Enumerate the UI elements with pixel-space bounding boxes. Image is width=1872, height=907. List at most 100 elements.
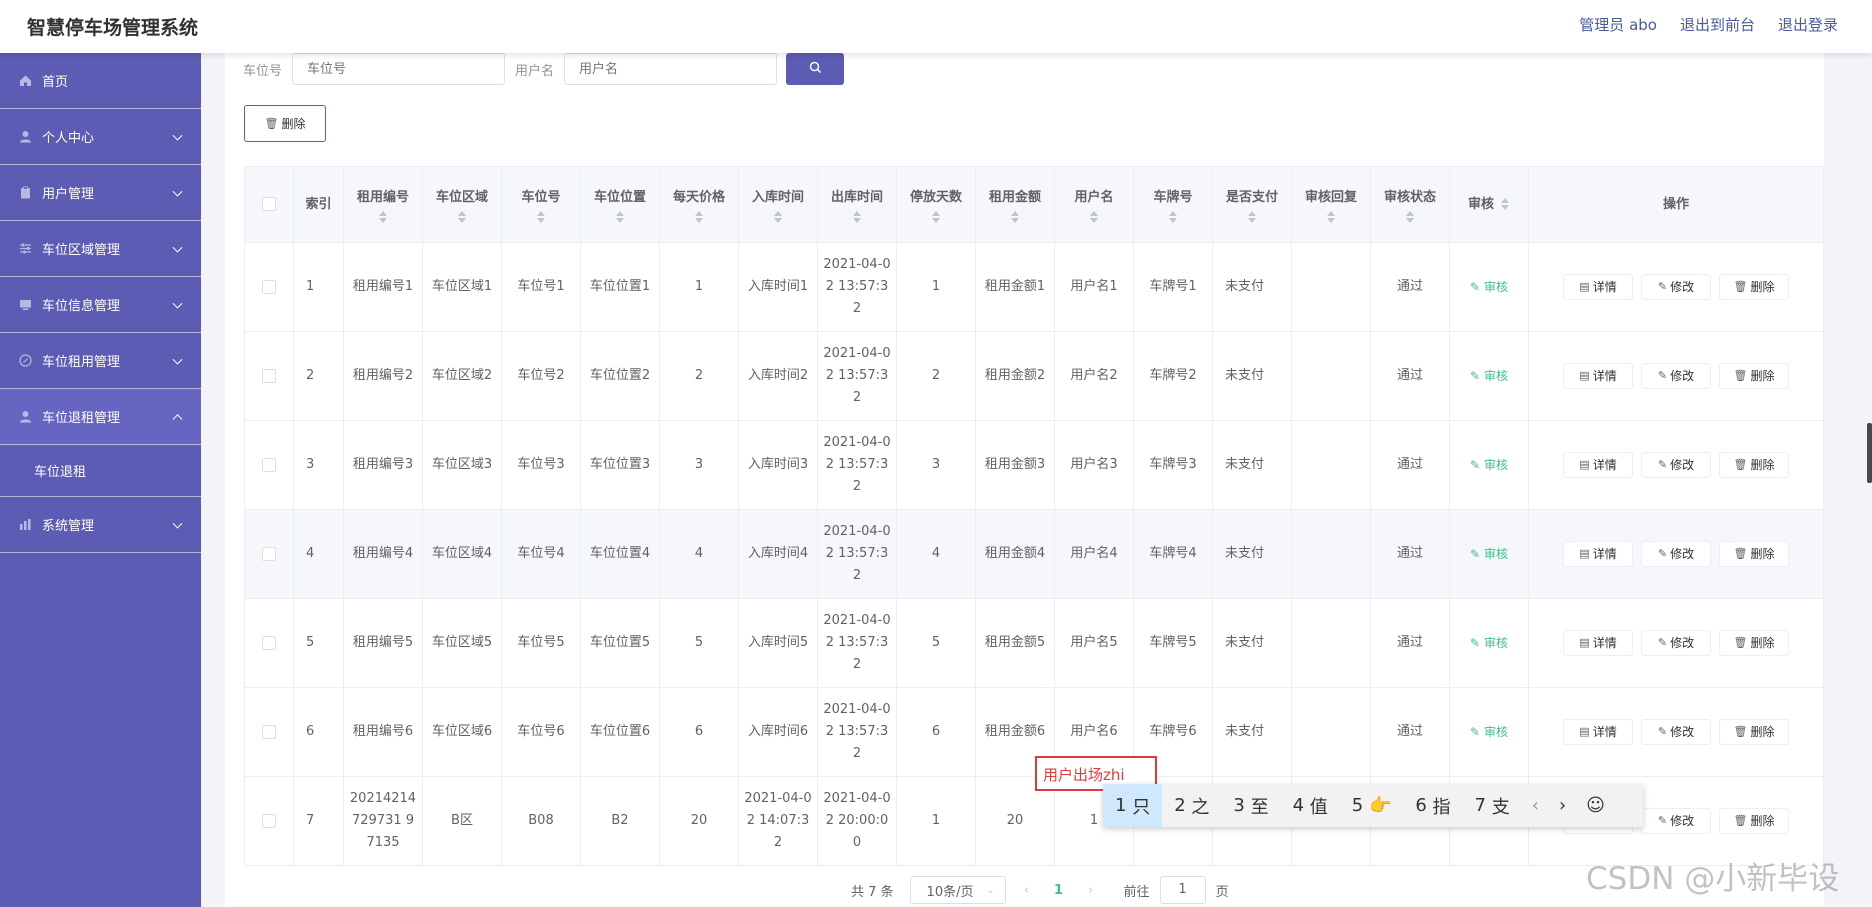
- sidebar-item-user-management[interactable]: 用户管理: [0, 165, 201, 221]
- col-header-position[interactable]: 车位位置: [580, 166, 660, 243]
- col-header-out-time[interactable]: 出库时间: [817, 166, 897, 243]
- detail-button[interactable]: ▤详情: [1563, 719, 1633, 745]
- sidebar-item-personal-center[interactable]: 个人中心: [0, 109, 201, 165]
- sidebar-item-checkout-management[interactable]: 车位退租管理: [0, 389, 201, 445]
- row-checkbox[interactable]: [262, 724, 276, 739]
- edit-button[interactable]: ✎ 修改: [1641, 541, 1711, 567]
- edit-button[interactable]: ✎ 修改: [1641, 808, 1711, 834]
- ime-candidate-1[interactable]: 1 只: [1103, 784, 1163, 827]
- search-button[interactable]: [786, 53, 845, 85]
- cell-price: 4: [659, 509, 739, 599]
- audit-link[interactable]: ✎ 审核: [1470, 636, 1508, 650]
- delete-button[interactable]: 🗑 删除: [1719, 808, 1789, 834]
- col-header-audit[interactable]: 审核: [1449, 166, 1529, 243]
- next-page-button[interactable]: ›: [1080, 883, 1102, 898]
- audit-link[interactable]: ✎ 审核: [1470, 458, 1508, 472]
- col-header-status[interactable]: 审核状态: [1370, 166, 1450, 243]
- delete-button[interactable]: 🗑 删除: [1719, 363, 1789, 389]
- select-all-checkbox[interactable]: [262, 197, 276, 211]
- cell-audit: ✎ 审核: [1449, 687, 1529, 777]
- audit-link[interactable]: ✎ 审核: [1470, 369, 1508, 383]
- row-checkbox[interactable]: [262, 635, 276, 650]
- sort-icon[interactable]: [773, 210, 783, 223]
- col-header-area[interactable]: 车位区域: [422, 166, 502, 243]
- goto-page-input[interactable]: 1: [1159, 876, 1206, 904]
- detail-button[interactable]: ▤详情: [1563, 630, 1633, 656]
- sort-icon[interactable]: [1500, 198, 1510, 210]
- sort-icon[interactable]: [536, 210, 546, 223]
- sidebar-item-area-management[interactable]: 车位区域管理: [0, 221, 201, 277]
- col-header-amount[interactable]: 租用金额: [975, 166, 1055, 243]
- col-header-space-no[interactable]: 车位号: [501, 166, 581, 243]
- sort-icon[interactable]: [457, 210, 467, 223]
- edit-button[interactable]: ✎ 修改: [1641, 274, 1711, 300]
- sidebar-item-home[interactable]: 首页: [0, 53, 201, 109]
- ime-emoji-icon[interactable]: ☺: [1576, 795, 1615, 816]
- sort-icon[interactable]: [931, 210, 941, 223]
- col-header-username[interactable]: 用户名: [1054, 166, 1134, 243]
- edit-button[interactable]: ✎ 修改: [1641, 452, 1711, 478]
- detail-button[interactable]: ▤详情: [1563, 363, 1633, 389]
- col-header-paid[interactable]: 是否支付: [1212, 166, 1292, 243]
- cell-audit: ✎ 审核: [1449, 509, 1529, 599]
- ime-prev-page-icon[interactable]: ‹: [1522, 795, 1549, 816]
- detail-button[interactable]: ▤详情: [1563, 452, 1633, 478]
- ime-candidate-5[interactable]: 5 👉: [1340, 784, 1404, 827]
- col-header-days[interactable]: 停放天数: [896, 166, 976, 243]
- sidebar-item-rental-management[interactable]: 车位租用管理: [0, 333, 201, 389]
- username-input[interactable]: [564, 53, 778, 85]
- delete-button[interactable]: 🗑 删除: [1719, 719, 1789, 745]
- edit-button[interactable]: ✎ 修改: [1641, 630, 1711, 656]
- sort-icon[interactable]: [1089, 210, 1099, 223]
- ime-candidate-6[interactable]: 6 指: [1403, 784, 1462, 827]
- col-header-reply[interactable]: 审核回复: [1291, 166, 1371, 243]
- batch-delete-button[interactable]: 🗑 删除: [244, 105, 326, 142]
- sort-icon[interactable]: [1247, 210, 1257, 223]
- sidebar-subitem-checkout[interactable]: 车位退租: [0, 445, 201, 497]
- row-checkbox[interactable]: [262, 546, 276, 561]
- col-header-daily-price[interactable]: 每天价格: [659, 166, 739, 243]
- sort-icon[interactable]: [615, 210, 625, 223]
- audit-link[interactable]: ✎ 审核: [1470, 725, 1508, 739]
- prev-page-button[interactable]: ‹: [1016, 883, 1038, 898]
- row-checkbox[interactable]: [262, 368, 276, 383]
- row-checkbox[interactable]: [262, 457, 276, 472]
- detail-button[interactable]: ▤详情: [1563, 541, 1633, 567]
- audit-link[interactable]: ✎ 审核: [1470, 547, 1508, 561]
- sort-icon[interactable]: [1168, 210, 1178, 223]
- row-checkbox[interactable]: [262, 279, 276, 294]
- delete-button[interactable]: 🗑 删除: [1719, 541, 1789, 567]
- sidebar-item-space-info-management[interactable]: 车位信息管理: [0, 277, 201, 333]
- current-page[interactable]: 1: [1048, 883, 1070, 898]
- sort-icon[interactable]: [852, 210, 862, 223]
- ime-candidate-2[interactable]: 2 之: [1162, 784, 1221, 827]
- edit-button[interactable]: ✎ 修改: [1641, 719, 1711, 745]
- row-checkbox[interactable]: [262, 813, 276, 828]
- delete-button[interactable]: 🗑 删除: [1719, 274, 1789, 300]
- sort-icon[interactable]: [694, 210, 704, 223]
- delete-button[interactable]: 🗑 删除: [1719, 452, 1789, 478]
- ime-next-page-icon[interactable]: ›: [1549, 795, 1576, 816]
- ime-candidate-3[interactable]: 3 至: [1221, 784, 1280, 827]
- page-size-select[interactable]: 10条/页 ⌄: [909, 876, 1006, 904]
- col-header-rent-no[interactable]: 租用编号: [343, 166, 423, 243]
- sort-icon[interactable]: [1010, 210, 1020, 223]
- space-no-input[interactable]: [292, 53, 506, 85]
- sidebar-item-system-management[interactable]: 系统管理: [0, 497, 201, 553]
- audit-link[interactable]: ✎ 审核: [1470, 280, 1508, 294]
- detail-button[interactable]: ▤详情: [1563, 274, 1633, 300]
- sort-icon[interactable]: [378, 210, 388, 223]
- sort-icon[interactable]: [1326, 210, 1336, 223]
- page-scrollbar-thumb[interactable]: [1867, 423, 1872, 483]
- ime-candidate-4[interactable]: 4 值: [1281, 784, 1340, 827]
- cell-area: 车位区域6: [422, 687, 502, 777]
- edit-button[interactable]: ✎ 修改: [1641, 363, 1711, 389]
- col-header-plate[interactable]: 车牌号: [1133, 166, 1213, 243]
- back-to-front-link[interactable]: 退出到前台: [1680, 14, 1755, 35]
- logout-link[interactable]: 退出登录: [1778, 14, 1838, 35]
- col-header-in-time[interactable]: 入库时间: [738, 166, 818, 243]
- admin-user-link[interactable]: 管理员 abo: [1579, 14, 1657, 35]
- sort-icon[interactable]: [1405, 210, 1415, 223]
- delete-button[interactable]: 🗑 删除: [1719, 630, 1789, 656]
- ime-candidate-7[interactable]: 7 支: [1463, 784, 1522, 827]
